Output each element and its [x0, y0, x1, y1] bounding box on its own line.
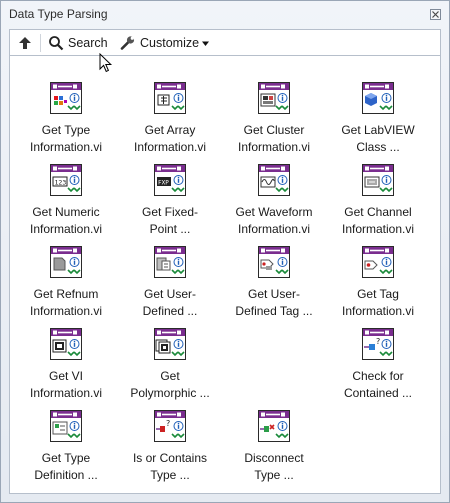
palette-content: Get Type Information.vi Get Array Informa…	[9, 55, 441, 494]
polymorphic-info-icon	[154, 328, 186, 360]
palette-item[interactable]: Get Type Information.vi	[14, 82, 118, 164]
palette-item-label: Get LabVIEW Class ...	[341, 123, 415, 154]
palette-item-label: Check for Contained ...	[343, 369, 413, 400]
customize-label: Customize	[140, 36, 200, 50]
is-contains-type-icon: ?	[154, 410, 186, 442]
svg-text:?: ?	[166, 419, 170, 428]
palette-item-label: Get VI Information.vi	[29, 369, 103, 400]
palette-item-label: Get Type Definition ...	[34, 451, 98, 482]
palette-toolbar: Search Customize	[9, 29, 441, 55]
palette-item-label: Get Tag Information.vi	[341, 287, 415, 318]
refnum-info-icon	[50, 246, 82, 278]
palette-item-label: Get User- Defined ...	[142, 287, 198, 318]
search-label: Search	[68, 36, 108, 50]
palette-item-label: Get Numeric Information.vi	[29, 205, 103, 236]
type-definition-icon	[50, 410, 82, 442]
title-bar[interactable]: Data Type Parsing	[1, 1, 449, 27]
palette-item-label: Get Array Information.vi	[133, 123, 207, 154]
palette-item[interactable]: Get Waveform Information.vi	[222, 164, 326, 246]
palette-item-label: Is or Contains Type ...	[132, 451, 208, 482]
svg-text:123: 123	[55, 179, 67, 187]
palette-item-label: Get User- Defined Tag ...	[235, 287, 313, 318]
palette-item[interactable]: Get Tag Information.vi	[326, 246, 430, 328]
cluster-info-icon	[258, 82, 290, 114]
dropdown-caret-icon	[202, 41, 210, 46]
palette-item[interactable]: Get User- Defined ...	[118, 246, 222, 328]
user-tag-info-icon	[258, 246, 290, 278]
palette-item[interactable]: Get Type Definition ...	[14, 410, 118, 492]
array-info-icon	[154, 82, 186, 114]
palette-item-label: Get Refnum Information.vi	[29, 287, 103, 318]
svg-text:FXP: FXP	[158, 180, 169, 187]
palette-item[interactable]: FXP Get Fixed- Point ...	[118, 164, 222, 246]
up-arrow-icon	[19, 37, 31, 49]
palette-item[interactable]: Get User- Defined Tag ...	[222, 246, 326, 328]
svg-text:?: ?	[376, 337, 380, 346]
palette-item-label: Get Polymorphic ...	[130, 369, 210, 400]
search-icon	[49, 36, 64, 51]
user-defined-info-icon	[154, 246, 186, 278]
palette-item[interactable]: ? Is or Contains Type ...	[118, 410, 222, 492]
tag-info-icon	[362, 246, 394, 278]
channel-info-icon	[362, 164, 394, 196]
disconnect-type-icon	[258, 410, 290, 442]
palette-window: Data Type Parsing Search Customize Get T…	[0, 0, 450, 503]
toolbar-separator	[40, 34, 41, 52]
fixed-point-info-icon: FXP	[154, 164, 186, 196]
class-info-icon	[362, 82, 394, 114]
palette-item-label: Get Cluster Information.vi	[237, 123, 311, 154]
palette-item-label: Get Channel Information.vi	[341, 205, 415, 236]
search-button[interactable]: Search	[48, 34, 108, 52]
vi-grid: Get Type Information.vi Get Array Informa…	[14, 82, 430, 492]
palette-item-label: Get Fixed- Point ...	[141, 205, 198, 236]
palette-item-label: Disconnect Type ...	[244, 451, 304, 482]
palette-item[interactable]: Get VI Information.vi	[14, 328, 118, 410]
palette-empty-slot	[222, 328, 326, 410]
palette-item[interactable]: ? Check for Contained ...	[326, 328, 430, 410]
mouse-pointer-icon	[99, 53, 113, 73]
vi-info-icon	[50, 328, 82, 360]
palette-item[interactable]: Get Channel Information.vi	[326, 164, 430, 246]
up-button[interactable]	[17, 34, 33, 52]
palette-item[interactable]: Get Polymorphic ...	[118, 328, 222, 410]
palette-item[interactable]: Get LabVIEW Class ...	[326, 82, 430, 164]
customize-button[interactable]: Customize	[120, 34, 210, 52]
palette-item[interactable]: Get Cluster Information.vi	[222, 82, 326, 164]
palette-item[interactable]: Get Refnum Information.vi	[14, 246, 118, 328]
type-info-icon	[50, 82, 82, 114]
palette-item-label: Get Waveform Information.vi	[235, 205, 313, 236]
palette-item-label: Get Type Information.vi	[29, 123, 103, 154]
close-button[interactable]	[430, 9, 441, 20]
palette-item[interactable]: Get Array Information.vi	[118, 82, 222, 164]
window-title: Data Type Parsing	[9, 7, 108, 21]
close-icon	[432, 11, 439, 18]
check-contained-icon: ?	[362, 328, 394, 360]
wrench-icon	[120, 36, 135, 50]
palette-item[interactable]: Disconnect Type ...	[222, 410, 326, 492]
waveform-info-icon	[258, 164, 290, 196]
numeric-info-icon: 123	[50, 164, 82, 196]
palette-item[interactable]: 123 Get Numeric Information.vi	[14, 164, 118, 246]
